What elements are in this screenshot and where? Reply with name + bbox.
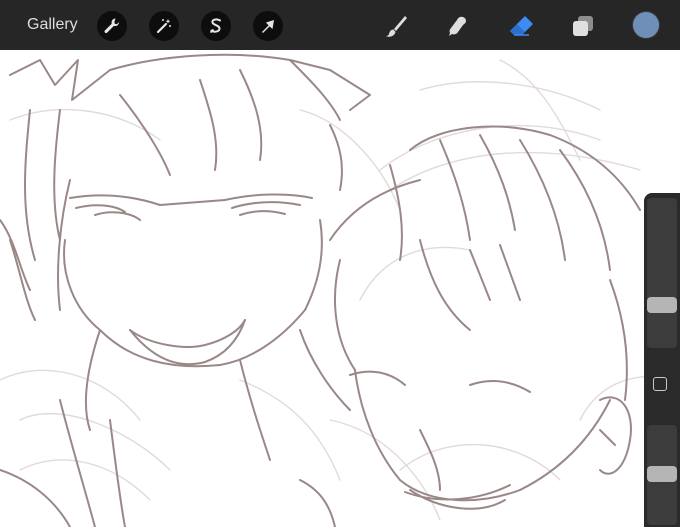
opacity-handle[interactable] bbox=[647, 466, 677, 482]
wrench-icon[interactable] bbox=[97, 11, 127, 41]
brush-icon[interactable] bbox=[381, 11, 411, 41]
sketch-artwork bbox=[0, 53, 680, 527]
magic-wand-icon[interactable] bbox=[149, 11, 179, 41]
layers-icon[interactable] bbox=[568, 11, 598, 41]
selection-s-icon[interactable] bbox=[201, 11, 231, 41]
color-picker-swatch[interactable] bbox=[633, 12, 659, 38]
modify-square-button[interactable] bbox=[653, 377, 667, 391]
gallery-button[interactable]: Gallery bbox=[27, 16, 78, 34]
transform-arrow-icon[interactable] bbox=[253, 11, 283, 41]
eraser-icon[interactable] bbox=[506, 11, 536, 41]
drawing-canvas[interactable] bbox=[0, 50, 680, 527]
brush-size-handle[interactable] bbox=[647, 297, 677, 313]
smudge-icon[interactable] bbox=[443, 11, 473, 41]
brush-size-slider[interactable] bbox=[647, 198, 677, 348]
top-toolbar: Gallery bbox=[0, 0, 680, 50]
